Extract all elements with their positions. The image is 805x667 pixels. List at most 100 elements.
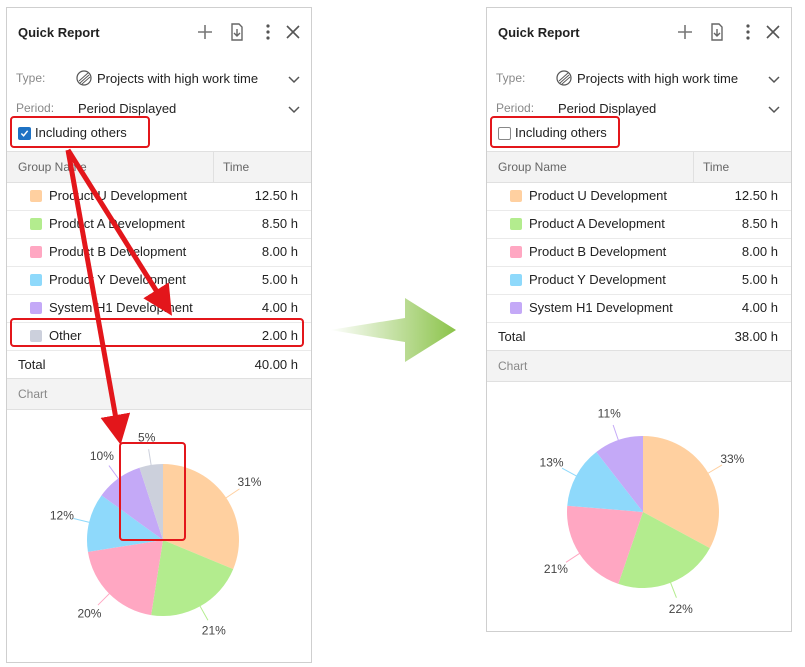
row-group-name: Product Y Development (529, 272, 666, 287)
color-swatch (510, 218, 522, 230)
panel-header: Quick Report (487, 8, 791, 58)
type-select-value[interactable]: Projects with high work time (97, 71, 258, 86)
table-header: Group Name Time (487, 151, 791, 183)
column-header-time[interactable]: Time (703, 160, 729, 174)
row-time: 12.50 h (734, 188, 778, 203)
pie-leader-line (565, 552, 582, 563)
column-header-time[interactable]: Time (223, 160, 249, 174)
total-row: Total 40.00 h (7, 350, 311, 378)
table-row[interactable]: System H1 Development 4.00 h (487, 294, 791, 323)
chart-section-header: Chart (7, 378, 311, 410)
pie-leader-line (73, 518, 92, 524)
pie-leader-line (706, 464, 723, 475)
row-time: 4.00 h (261, 300, 298, 315)
color-swatch (30, 246, 42, 258)
period-select-value[interactable]: Period Displayed (558, 101, 656, 116)
color-swatch (510, 246, 522, 258)
pie-slice-label: 31% (237, 475, 261, 489)
table-row[interactable]: Product U Development 12.50 h (487, 182, 791, 211)
row-time: 5.00 h (261, 272, 298, 287)
color-swatch (30, 274, 42, 286)
pie-slice-label: 12% (50, 509, 74, 523)
chart-section-header: Chart (487, 350, 791, 382)
color-swatch (30, 218, 42, 230)
panel-title: Quick Report (18, 25, 100, 40)
row-group-name: Product B Development (529, 244, 667, 259)
chart-type-icon (76, 70, 92, 86)
row-time: 12.50 h (254, 188, 298, 203)
pie-slice-label: 21% (544, 562, 568, 576)
color-swatch (30, 302, 42, 314)
chevron-down-icon[interactable] (767, 102, 781, 116)
highlight-box-other-slice (119, 442, 186, 541)
download-icon[interactable] (707, 22, 727, 42)
row-group-name: Product U Development (529, 188, 668, 203)
pie-leader-line (97, 591, 112, 606)
pie-leader-line (669, 580, 677, 598)
add-icon[interactable] (195, 22, 215, 42)
close-icon[interactable] (283, 22, 303, 42)
table-row[interactable]: Product A Development 8.50 h (487, 210, 791, 239)
pie-chart: 33% 22% 21% 13% 11% (540, 407, 745, 616)
row-group-name: Product U Development (49, 188, 188, 203)
pie-leader-line (198, 604, 209, 621)
type-label: Type: (496, 71, 526, 85)
color-swatch (510, 302, 522, 314)
pie-leader-line (561, 467, 579, 478)
more-options-icon[interactable] (258, 22, 278, 42)
row-group-name: System H1 Development (529, 300, 673, 315)
total-label: Total (498, 329, 526, 344)
period-label: Period: (496, 101, 535, 115)
total-label: Total (18, 357, 46, 372)
column-header-group-name[interactable]: Group Name (498, 160, 567, 174)
highlight-box-checkbox-after (490, 116, 620, 148)
add-icon[interactable] (675, 22, 695, 42)
row-time: 8.50 h (261, 216, 298, 231)
color-swatch (510, 274, 522, 286)
chevron-down-icon[interactable] (287, 102, 301, 116)
more-options-icon[interactable] (738, 22, 758, 42)
quick-report-panel-after: Quick Report Type: Projects with high wo… (486, 7, 792, 632)
pie-slice-label: 33% (720, 452, 744, 466)
row-time: 5.00 h (741, 272, 778, 287)
pie-slice-label: 22% (669, 602, 693, 616)
chevron-down-icon[interactable] (287, 72, 301, 86)
highlight-box-checkbox (10, 116, 150, 148)
chart-label: Chart (18, 387, 48, 401)
column-header-group-name[interactable]: Group Name (18, 160, 87, 174)
row-group-name: Product B Development (49, 244, 187, 259)
row-time: 8.50 h (741, 216, 778, 231)
pie-slice-label: 13% (540, 456, 564, 470)
pie-slice-label: 20% (77, 607, 101, 621)
pie-slice-label: 11% (598, 407, 621, 421)
row-group-name: Product A Development (49, 216, 185, 231)
download-icon[interactable] (227, 22, 247, 42)
row-group-name: Product Y Development (49, 272, 186, 287)
panel-header: Quick Report (7, 8, 311, 58)
period-select-value[interactable]: Period Displayed (78, 101, 176, 116)
panel-title: Quick Report (498, 25, 580, 40)
table-header: Group Name Time (7, 151, 311, 183)
close-icon[interactable] (763, 22, 783, 42)
pie-slice-label: 21% (202, 624, 226, 638)
total-row: Total 38.00 h (487, 322, 791, 350)
table-row[interactable]: Product U Development 12.50 h (7, 182, 311, 211)
table-row[interactable]: Product Y Development 5.00 h (487, 266, 791, 295)
pie-slice-label: 10% (90, 449, 114, 463)
pie-leader-line (108, 465, 120, 481)
color-swatch (510, 190, 522, 202)
type-select-value[interactable]: Projects with high work time (577, 71, 738, 86)
row-group-name: Product A Development (529, 216, 665, 231)
highlight-box-other-row (10, 318, 304, 347)
row-time: 8.00 h (261, 244, 298, 259)
total-value: 40.00 h (254, 357, 298, 372)
pie-leader-line (224, 488, 240, 500)
table-row[interactable]: Product B Development 8.00 h (487, 238, 791, 267)
type-label: Type: (16, 71, 46, 85)
row-group-name: System H1 Development (49, 300, 193, 315)
chevron-down-icon[interactable] (767, 72, 781, 86)
table-row[interactable]: Product B Development 8.00 h (7, 238, 311, 267)
color-swatch (30, 190, 42, 202)
table-row[interactable]: Product A Development 8.50 h (7, 210, 311, 239)
table-row[interactable]: Product Y Development 5.00 h (7, 266, 311, 295)
